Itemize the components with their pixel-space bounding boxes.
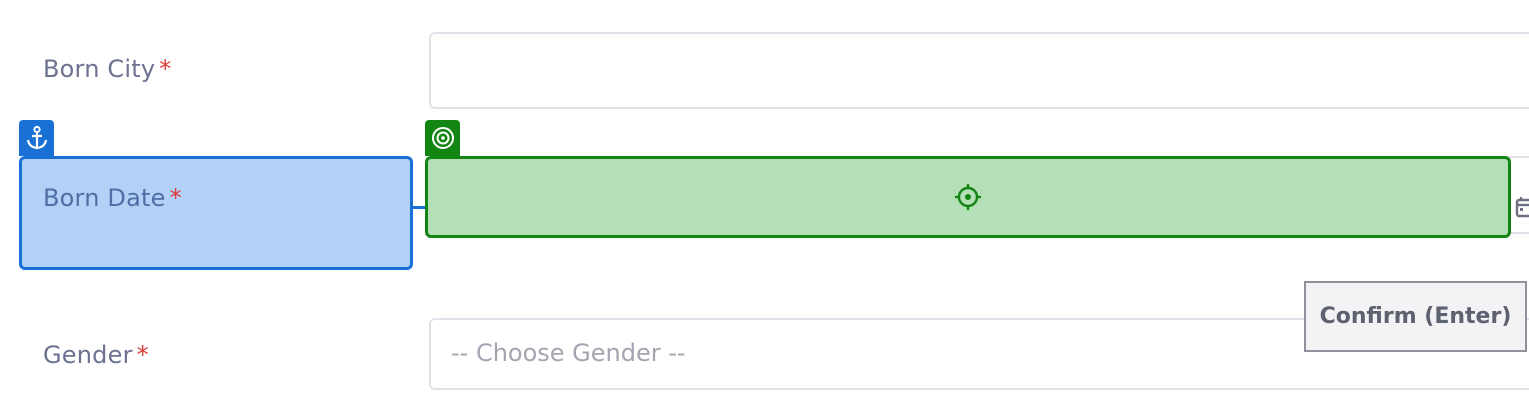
target-icon — [431, 127, 454, 149]
born-date-input-target[interactable] — [425, 156, 1511, 238]
crosshair-icon — [955, 184, 981, 210]
born-city-label: Born City * — [43, 55, 171, 83]
gender-label: Gender * — [43, 341, 149, 369]
required-mark: * — [169, 184, 182, 212]
anchor-highlight — [19, 156, 413, 270]
born-city-label-text: Born City — [43, 55, 156, 83]
gender-label-text: Gender — [43, 341, 133, 369]
born-date-label-text: Born Date — [43, 184, 166, 212]
anchor-target-connector — [413, 206, 425, 209]
required-mark: * — [159, 55, 172, 83]
born-date-label: Born Date * — [43, 184, 182, 212]
born-city-input[interactable] — [429, 32, 1529, 109]
confirm-button[interactable]: Confirm (Enter) — [1304, 281, 1527, 352]
gender-select-placeholder: -- Choose Gender -- — [451, 339, 686, 367]
anchor-icon — [26, 125, 47, 150]
target-tag — [425, 120, 460, 156]
calendar-icon[interactable] — [1515, 195, 1529, 219]
anchor-tag — [19, 120, 54, 156]
required-mark: * — [136, 341, 149, 369]
form-stage: Born City * Born Date * Gender * -- Choo… — [0, 0, 1529, 407]
